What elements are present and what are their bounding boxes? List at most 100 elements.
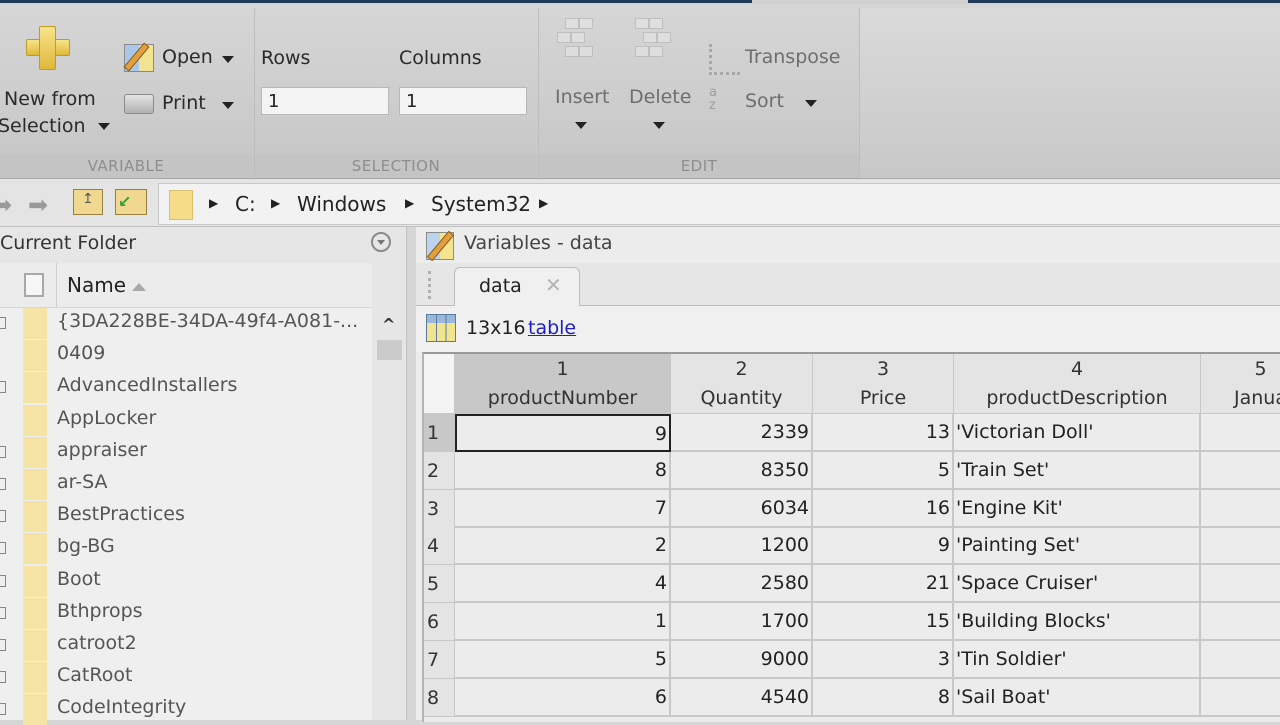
list-item[interactable]: BestPractices <box>0 500 372 533</box>
table-cell[interactable]: 1 <box>455 603 671 641</box>
breadcrumb-segment[interactable]: System32 <box>431 192 531 216</box>
list-item[interactable]: catroot2 <box>0 629 372 661</box>
sort-button[interactable]: az Sort <box>707 86 827 118</box>
table-cell[interactable]: 9 <box>455 414 671 452</box>
list-item[interactable]: Boot <box>0 565 372 597</box>
table-cell[interactable]: 4540 <box>671 678 813 717</box>
table-cell[interactable]: 5 <box>455 640 671 679</box>
breadcrumb-separator-icon[interactable]: ▶ <box>209 196 218 210</box>
new-from-selection-button[interactable]: New from Selection <box>0 8 112 148</box>
table-cell[interactable] <box>1201 414 1280 452</box>
table-cell[interactable]: 13 <box>813 414 954 452</box>
expand-icon[interactable] <box>0 639 6 651</box>
expand-icon[interactable] <box>0 317 6 329</box>
breadcrumb-segment[interactable]: Windows <box>297 192 386 216</box>
rows-input[interactable]: 1 <box>261 87 389 115</box>
variable-type-link[interactable]: table <box>528 317 576 339</box>
table-cell[interactable] <box>1201 641 1280 679</box>
row-header[interactable]: 2 <box>424 451 455 490</box>
table-cell[interactable]: 'Sail Boat' <box>954 678 1201 717</box>
row-header[interactable]: 3 <box>424 489 455 528</box>
panel-actions-icon[interactable] <box>371 232 391 252</box>
table-cell[interactable]: 9000 <box>671 640 813 679</box>
browse-folder-icon[interactable] <box>115 189 147 215</box>
table-cell[interactable]: 9 <box>813 527 954 566</box>
list-item[interactable]: AppLocker <box>0 404 372 436</box>
table-cell[interactable] <box>1201 490 1280 528</box>
expand-icon[interactable] <box>0 671 6 684</box>
expand-icon[interactable] <box>0 574 6 587</box>
list-item[interactable]: ar-SA <box>0 468 372 500</box>
table-cell[interactable]: 'Tin Soldier' <box>954 640 1201 679</box>
table-cell[interactable]: 4 <box>455 565 671 604</box>
close-icon[interactable]: ✕ <box>545 273 562 297</box>
table-cell[interactable]: 1700 <box>671 603 813 641</box>
drag-grip-icon[interactable] <box>428 271 434 299</box>
table-cell[interactable]: 15 <box>813 603 954 641</box>
table-cell[interactable]: 8 <box>455 451 671 490</box>
table-cell[interactable] <box>1201 679 1280 717</box>
table-cell[interactable]: 2 <box>455 527 671 566</box>
table-cell[interactable]: 1200 <box>671 527 813 566</box>
back-arrow-icon[interactable]: ➡ <box>0 191 12 219</box>
table-cell[interactable]: 6034 <box>671 489 813 528</box>
expand-icon[interactable] <box>0 510 6 523</box>
list-item[interactable]: CatRoot <box>0 661 372 694</box>
columns-input[interactable]: 1 <box>399 87 527 115</box>
breadcrumb-separator-icon[interactable]: ▶ <box>405 196 414 210</box>
breadcrumb-separator-icon[interactable]: ▶ <box>539 196 548 210</box>
column-header[interactable]: 1 productNumber <box>455 354 671 414</box>
table-cell[interactable]: 21 <box>813 565 954 604</box>
table-cell[interactable]: 2580 <box>671 565 813 604</box>
list-item[interactable]: AdvancedInstallers <box>0 371 372 404</box>
column-header[interactable]: 5 Janua <box>1201 354 1280 414</box>
table-cell[interactable]: 6 <box>455 678 671 717</box>
table-cell[interactable] <box>1201 452 1280 490</box>
row-header[interactable]: 6 <box>424 603 455 641</box>
print-button[interactable]: Print <box>122 88 242 120</box>
insert-button[interactable]: Insert <box>549 18 613 138</box>
table-cell[interactable]: 'Space Cruiser' <box>954 565 1201 604</box>
breadcrumb-separator-icon[interactable]: ▶ <box>271 196 280 210</box>
table-cell[interactable]: 3 <box>813 640 954 679</box>
forward-arrow-icon[interactable]: ➡ <box>28 191 48 219</box>
list-item[interactable]: {3DA228BE-34DA-49f4-A081-... <box>0 307 372 339</box>
breadcrumb-segment[interactable]: C: <box>235 192 256 216</box>
table-cell[interactable]: 'Train Set' <box>954 451 1201 490</box>
list-item[interactable]: bg-BG <box>0 532 372 565</box>
row-header[interactable]: 5 <box>424 565 455 604</box>
path-breadcrumb[interactable]: ▶ C: ▶ Windows ▶ System32 ▶ <box>158 183 1280 225</box>
table-cell[interactable]: 'Engine Kit' <box>954 489 1201 528</box>
expand-icon[interactable] <box>0 381 6 394</box>
table-cell[interactable]: 'Victorian Doll' <box>954 414 1201 452</box>
row-header[interactable]: 7 <box>424 640 455 679</box>
row-header[interactable]: 1 <box>424 414 455 452</box>
expand-icon[interactable] <box>0 703 6 716</box>
table-cell[interactable] <box>1201 565 1280 604</box>
scroll-up-icon[interactable]: ^ <box>382 315 395 334</box>
vertical-scrollbar[interactable]: ^ <box>374 307 404 720</box>
table-cell[interactable] <box>1201 527 1280 566</box>
table-cell[interactable]: 5 <box>813 451 954 490</box>
row-header[interactable]: 4 <box>424 527 455 566</box>
name-column-header[interactable]: Name <box>56 263 147 307</box>
table-cell[interactable]: 16 <box>813 489 954 528</box>
list-item[interactable]: appraiser <box>0 436 372 468</box>
list-item[interactable]: 0409 <box>0 339 372 372</box>
delete-button[interactable]: Delete <box>625 18 695 138</box>
table-cell[interactable]: 8 <box>813 678 954 717</box>
up-one-level-icon[interactable] <box>73 189 103 215</box>
grid-corner[interactable] <box>424 354 455 414</box>
table-cell[interactable] <box>1201 603 1280 641</box>
scroll-thumb[interactable] <box>377 340 402 360</box>
table-cell[interactable]: 'Building Blocks' <box>954 603 1201 641</box>
row-header[interactable]: 8 <box>424 678 455 717</box>
transpose-button[interactable]: Transpose <box>707 42 851 75</box>
expand-icon[interactable] <box>0 542 6 555</box>
tab-data[interactable]: data ✕ <box>454 267 580 306</box>
table-cell[interactable]: 'Painting Set' <box>954 527 1201 566</box>
list-item[interactable]: CodeIntegrity <box>0 693 372 725</box>
column-header[interactable]: 3 Price <box>813 354 954 414</box>
table-cell[interactable]: 2339 <box>671 414 813 452</box>
expand-icon[interactable] <box>0 478 6 490</box>
